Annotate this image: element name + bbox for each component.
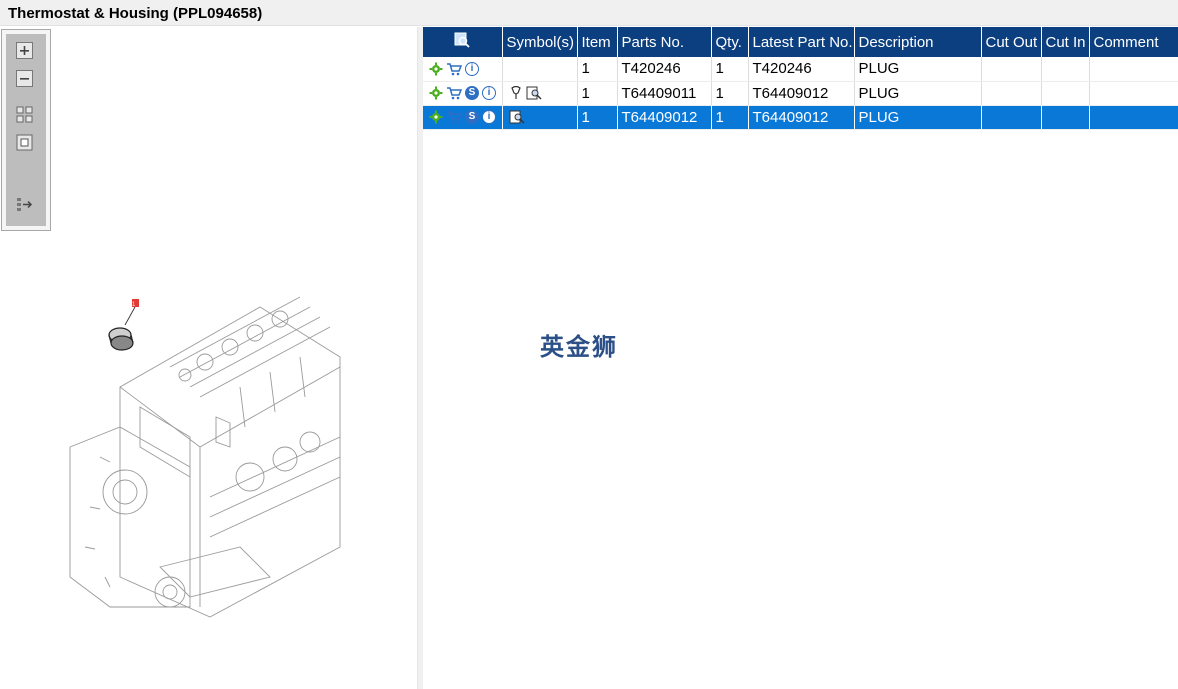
cell-parts-no: T64409011	[617, 81, 712, 106]
cell-latest-part-no: T420246	[748, 57, 855, 82]
cell-description: PLUG	[854, 81, 982, 106]
zoom-out-icon	[16, 70, 33, 87]
viewer-toolbar	[1, 29, 51, 231]
engine-illustration[interactable]: 1	[40, 247, 360, 627]
table-header-row: Symbol(s) Item Parts No. Qty. Latest Par…	[423, 27, 1178, 57]
cell-comment	[1089, 81, 1178, 106]
info-icon[interactable]: i	[482, 110, 496, 124]
view-icon[interactable]	[509, 110, 525, 124]
s-badge-icon[interactable]: S	[465, 86, 479, 100]
cart-icon[interactable]	[446, 110, 462, 124]
info-icon[interactable]: i	[482, 86, 496, 100]
cart-icon[interactable]	[446, 86, 462, 100]
cell-cut-out	[981, 57, 1042, 82]
fit-all-icon	[16, 106, 33, 123]
column-chooser-icon	[454, 32, 470, 48]
row-actions: Si	[423, 105, 503, 130]
column-header-item[interactable]: Item	[577, 27, 618, 57]
actual-size-icon	[16, 134, 33, 151]
panel-toggle-button[interactable]	[16, 196, 33, 213]
column-header-actions[interactable]	[423, 27, 503, 57]
table-row[interactable]: Si 1 T64409012 1 T64409012 PLUG	[423, 105, 1178, 130]
cell-cut-out	[981, 81, 1042, 106]
cell-parts-no: T64409012	[617, 105, 712, 130]
gear-icon[interactable]	[429, 86, 443, 100]
cell-qty: 1	[711, 57, 749, 82]
gear-icon[interactable]	[429, 110, 443, 124]
info-icon[interactable]: i	[465, 61, 479, 76]
column-header-symbols[interactable]: Symbol(s)	[502, 27, 578, 57]
zoom-out-button[interactable]	[16, 70, 33, 87]
s-badge-icon[interactable]: S	[465, 110, 479, 124]
parts-table: Symbol(s) Item Parts No. Qty. Latest Par…	[423, 27, 1178, 130]
zoom-in-icon	[16, 42, 33, 59]
cell-comment	[1089, 105, 1178, 130]
cell-qty: 1	[711, 105, 749, 130]
page-title: Thermostat & Housing (PPL094658)	[8, 5, 263, 22]
cell-description: PLUG	[854, 57, 982, 82]
column-header-cut-out[interactable]: Cut Out	[981, 27, 1042, 57]
gear-icon[interactable]	[429, 62, 443, 76]
cell-parts-no: T420246	[617, 57, 712, 82]
parts-list-pane: Symbol(s) Item Parts No. Qty. Latest Par…	[423, 27, 1178, 689]
column-header-description[interactable]: Description	[854, 27, 982, 57]
cell-latest-part-no: T64409012	[748, 105, 855, 130]
cell-description: PLUG	[854, 105, 982, 130]
cell-symbols	[502, 81, 578, 106]
actual-size-button[interactable]	[16, 134, 33, 151]
fit-all-button[interactable]	[16, 106, 33, 123]
cell-cut-in	[1041, 105, 1090, 130]
zoom-in-button[interactable]	[16, 42, 33, 59]
table-row[interactable]: i 1 T420246 1 T420246 PLUG	[423, 57, 1178, 82]
view-icon[interactable]	[526, 86, 542, 100]
cell-item: 1	[577, 105, 618, 130]
plug-part-drawing	[108, 327, 134, 351]
column-header-cut-in[interactable]: Cut In	[1041, 27, 1090, 57]
column-header-parts-no[interactable]: Parts No.	[617, 27, 712, 57]
cell-cut-out	[981, 105, 1042, 130]
cell-cut-in	[1041, 57, 1090, 82]
cell-cut-in	[1041, 81, 1090, 106]
illustration-pane[interactable]: 1	[0, 27, 418, 689]
cell-item: 1	[577, 57, 618, 82]
row-actions: Si	[423, 81, 503, 106]
row-actions: i	[423, 57, 503, 82]
cell-symbols	[502, 105, 578, 130]
table-row[interactable]: Si 1 T64409011 1 T64409012 PLUG	[423, 81, 1178, 106]
cell-item: 1	[577, 81, 618, 106]
column-header-qty[interactable]: Qty.	[711, 27, 749, 57]
cell-comment	[1089, 57, 1178, 82]
watermark: 英金狮	[540, 333, 618, 361]
column-header-latest-part-no[interactable]: Latest Part No.	[748, 27, 855, 57]
cell-symbols	[502, 57, 578, 82]
cell-qty: 1	[711, 81, 749, 106]
cell-latest-part-no: T64409012	[748, 81, 855, 106]
column-header-comment[interactable]: Comment	[1089, 27, 1178, 57]
title-bar: Thermostat & Housing (PPL094658)	[0, 0, 1178, 26]
pin-icon[interactable]	[509, 86, 523, 100]
cart-icon[interactable]	[446, 62, 462, 76]
panel-toggle-icon	[17, 198, 33, 211]
